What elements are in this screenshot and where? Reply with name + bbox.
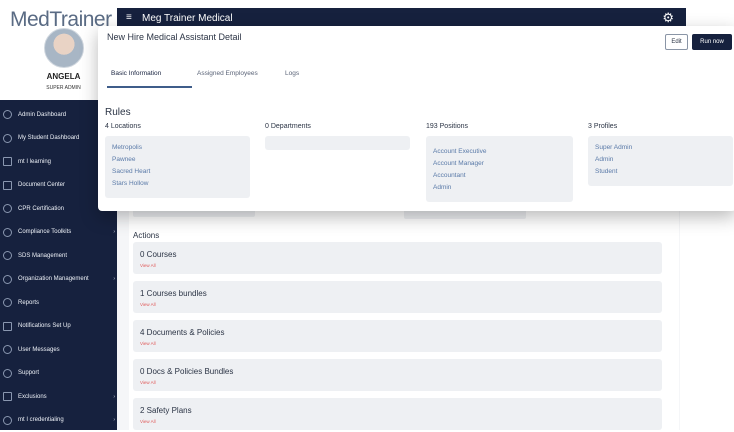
organization-title: Meg Trainer Medical xyxy=(142,13,233,24)
dashboard-icon xyxy=(3,110,12,119)
profiles-label: Profiles xyxy=(594,123,617,130)
sidebar-item-sds-management[interactable]: SDS Management xyxy=(0,244,127,268)
sidebar-item-label: User Messages xyxy=(18,347,60,353)
action-card-title: 0 Courses xyxy=(140,250,176,259)
sidebar-item-mt-credentialing[interactable]: mt I credentialing › xyxy=(0,409,127,432)
sidebar-item-organization-management[interactable]: Organization Management › xyxy=(0,268,127,292)
sidebar-item-user-messages[interactable]: User Messages xyxy=(0,338,127,362)
student-icon xyxy=(3,134,12,143)
action-card-title: 2 Safety Plans xyxy=(140,406,192,415)
rules-title: Rules xyxy=(105,107,131,118)
gear-icon[interactable]: ⚙ xyxy=(662,10,674,26)
sidebar-item-label: Support xyxy=(18,370,39,376)
list-item: Super Admin xyxy=(595,142,632,154)
credential-icon xyxy=(3,416,12,425)
list-item: Pawnee xyxy=(112,154,150,166)
notification-icon xyxy=(3,322,12,331)
view-all-link[interactable]: View All xyxy=(140,341,156,346)
action-card-documents: 4 Documents & Policies View All xyxy=(133,320,662,352)
edit-button[interactable]: Edit xyxy=(665,34,688,50)
list-item: Stars Hollow xyxy=(112,178,150,190)
profiles-items: Super Admin Admin Student xyxy=(595,142,632,178)
locations-count: 4 xyxy=(105,123,109,130)
chevron-right-icon: › xyxy=(113,394,115,400)
list-item: Account Executive xyxy=(433,146,486,158)
locations-items: Metropolis Pawnee Sacred Heart Stars Hol… xyxy=(112,142,150,190)
detail-panel: New Hire Medical Assistant Detail Edit R… xyxy=(98,26,734,211)
actions-title: Actions xyxy=(133,231,159,240)
sidebar-item-reports[interactable]: Reports xyxy=(0,291,127,315)
sidebar-item-support[interactable]: Support xyxy=(0,362,127,386)
chevron-right-icon: › xyxy=(113,229,115,235)
view-all-link[interactable]: View All xyxy=(140,419,156,424)
chevron-right-icon: › xyxy=(113,417,115,423)
sidebar-item-label: Admin Dashboard xyxy=(18,112,66,118)
laptop-icon xyxy=(3,157,12,166)
view-all-link[interactable]: View All xyxy=(140,302,156,307)
sidebar-item-label: Reports xyxy=(18,300,39,306)
sidebar-item-label: SDS Management xyxy=(18,253,67,259)
page-title: New Hire Medical Assistant Detail xyxy=(107,32,242,42)
action-card-title: 4 Documents & Policies xyxy=(140,328,224,337)
organization-icon xyxy=(3,275,12,284)
toolkit-icon xyxy=(3,228,12,237)
list-item: Metropolis xyxy=(112,142,150,154)
run-now-button[interactable]: Run now xyxy=(692,34,732,50)
list-item: Admin xyxy=(433,182,486,194)
exclusion-icon xyxy=(3,392,12,401)
tab-label: Basic Information xyxy=(111,70,161,77)
message-icon xyxy=(3,345,12,354)
departments-label: Departments xyxy=(271,123,311,130)
positions-header: 193 Positions xyxy=(426,123,468,130)
departments-count: 0 xyxy=(265,123,269,130)
action-card-title: 1 Courses bundles xyxy=(140,289,207,298)
menu-icon[interactable]: ≡ xyxy=(126,12,132,23)
tab-assigned-employees[interactable]: Assigned Employees xyxy=(197,70,258,77)
action-card-safety-plans: 2 Safety Plans View All xyxy=(133,398,662,430)
app-window: MedTrainer ANGELA SUPER ADMIN Admin Dash… xyxy=(0,0,734,430)
hazard-icon xyxy=(3,251,12,260)
list-item: Admin xyxy=(595,154,632,166)
active-tab-indicator xyxy=(107,86,192,88)
sidebar-item-label: Exclusions xyxy=(18,394,47,400)
sidebar-item-label: My Student Dashboard xyxy=(18,135,79,141)
action-card-title: 0 Docs & Policies Bundles xyxy=(140,367,233,376)
locations-header: 4 Locations xyxy=(105,123,141,130)
sidebar-item-label: Compliance Toolkits xyxy=(18,229,71,235)
sidebar-item-exclusions[interactable]: Exclusions › xyxy=(0,385,127,409)
avatar[interactable] xyxy=(44,28,84,68)
action-card-docs-bundles: 0 Docs & Policies Bundles View All xyxy=(133,359,662,391)
departments-header: 0 Departments xyxy=(265,123,311,130)
profiles-count: 3 xyxy=(588,123,592,130)
reports-icon xyxy=(3,298,12,307)
profiles-header: 3 Profiles xyxy=(588,123,617,130)
departments-list xyxy=(265,136,410,150)
list-item: Account Manager xyxy=(433,158,486,170)
positions-count: 193 xyxy=(426,123,438,130)
action-card-courses: 0 Courses View All xyxy=(133,242,662,274)
sidebar-item-label: Notifications Set Up xyxy=(18,323,71,329)
positions-label: Positions xyxy=(440,123,468,130)
sidebar-item-label: mt I credentialing xyxy=(18,417,64,423)
sidebar-item-label: Document Center xyxy=(18,182,65,188)
sidebar-item-notifications-set-up[interactable]: Notifications Set Up xyxy=(0,315,127,339)
sidebar-item-label: CPR Certification xyxy=(18,206,64,212)
document-icon xyxy=(3,181,12,190)
view-all-link[interactable]: View All xyxy=(140,263,156,268)
positions-items: Account Executive Account Manager Accoun… xyxy=(433,146,486,194)
list-item: Student xyxy=(595,166,632,178)
action-card-courses-bundles: 1 Courses bundles View All xyxy=(133,281,662,313)
list-item: Accountant xyxy=(433,170,486,182)
chevron-right-icon: › xyxy=(113,276,115,282)
tab-logs[interactable]: Logs xyxy=(285,70,299,77)
sidebar-item-compliance-toolkits[interactable]: Compliance Toolkits › xyxy=(0,221,127,245)
view-all-link[interactable]: View All xyxy=(140,380,156,385)
support-icon xyxy=(3,369,12,378)
tab-basic-information[interactable]: Basic Information xyxy=(111,70,161,77)
sidebar-item-label: mt I learning xyxy=(18,159,51,165)
heart-icon xyxy=(3,204,12,213)
list-item: Sacred Heart xyxy=(112,166,150,178)
sidebar-item-label: Organization Management xyxy=(18,276,89,282)
locations-label: Locations xyxy=(111,123,141,130)
